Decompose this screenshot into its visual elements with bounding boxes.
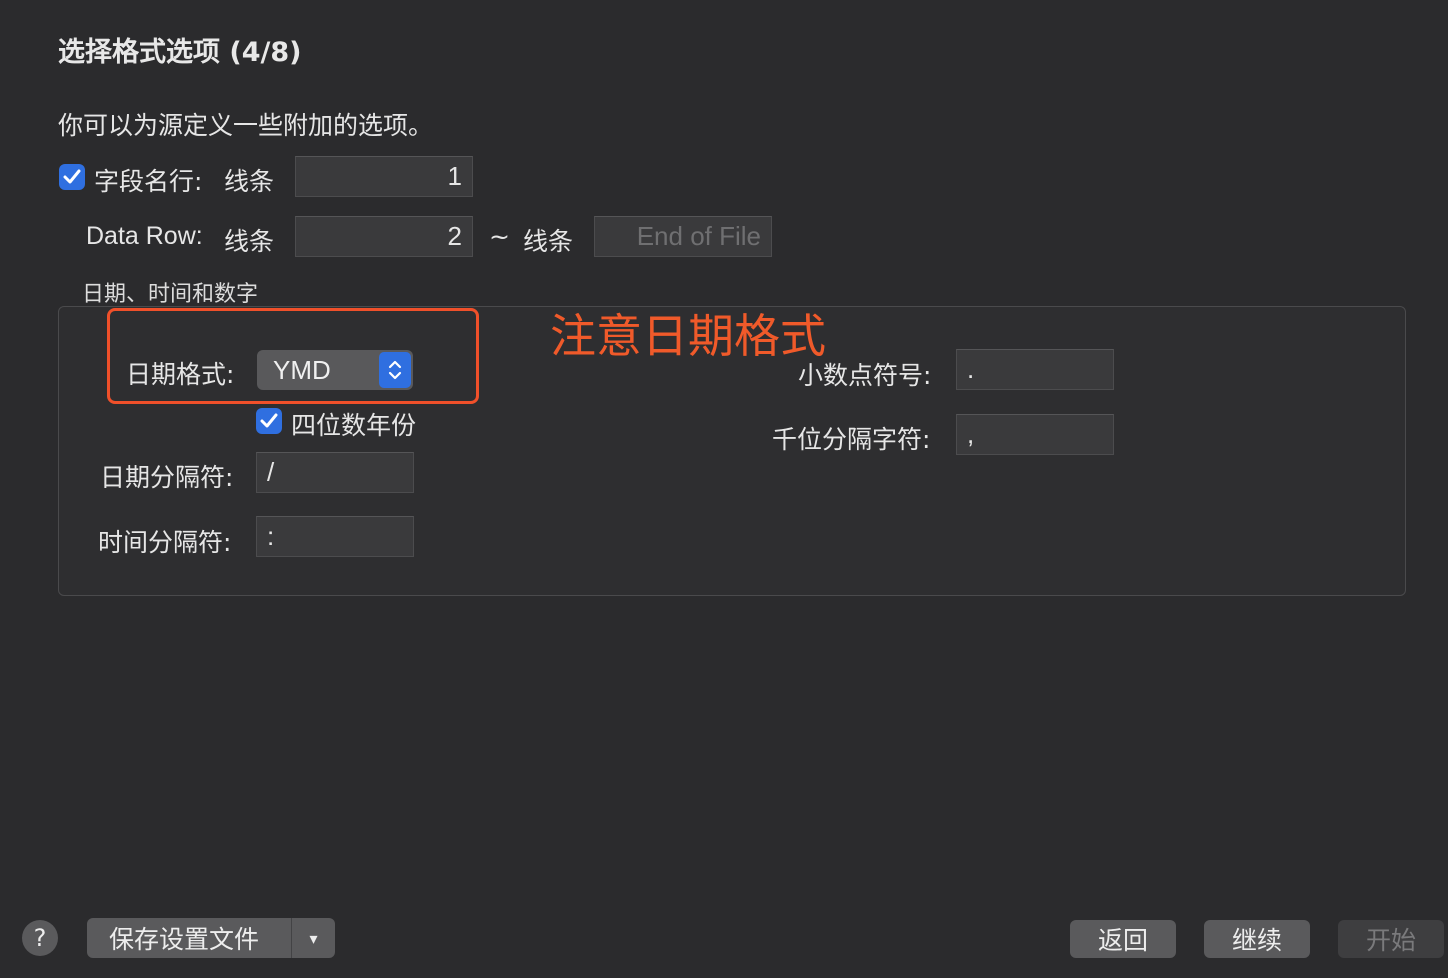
- date-separator-input[interactable]: /: [256, 452, 414, 493]
- thousands-separator-input[interactable]: ,: [956, 414, 1114, 455]
- field-row-label: 字段名行:: [94, 167, 203, 196]
- data-row-label: Data Row:: [86, 222, 203, 250]
- checkmark-icon: [260, 413, 278, 428]
- help-button[interactable]: ?: [22, 920, 58, 956]
- save-settings-button[interactable]: 保存设置文件 ▾: [87, 918, 335, 958]
- field-row-checkbox[interactable]: [59, 164, 85, 190]
- start-button[interactable]: 开始: [1338, 920, 1444, 958]
- continue-button[interactable]: 继续: [1204, 920, 1310, 958]
- group-title: 日期、时间和数字: [82, 282, 259, 307]
- dialog-title: 选择格式选项 (4/8): [58, 37, 302, 68]
- data-row-end-input[interactable]: End of File: [594, 216, 772, 257]
- field-row-line-input[interactable]: 1: [295, 156, 473, 197]
- dialog-description: 你可以为源定义一些附加的选项。: [58, 111, 434, 140]
- thousands-separator-label: 千位分隔字符:: [772, 425, 931, 454]
- four-digit-year-label: 四位数年份: [291, 411, 417, 440]
- decimal-symbol-label: 小数点符号:: [798, 361, 932, 390]
- time-separator-input[interactable]: :: [256, 516, 414, 557]
- annotation-highlight-box: [107, 308, 479, 404]
- annotation-text: 注意日期格式: [550, 309, 826, 363]
- date-separator-label: 日期分隔符:: [100, 463, 234, 492]
- save-settings-label: 保存设置文件: [109, 925, 260, 954]
- field-row-line-label: 线条: [224, 167, 275, 196]
- dropdown-arrow-icon[interactable]: ▾: [292, 929, 335, 948]
- data-row-tilde: ~: [489, 222, 510, 251]
- back-button[interactable]: 返回: [1070, 920, 1176, 958]
- time-separator-label: 时间分隔符:: [98, 528, 232, 557]
- data-row-start-input[interactable]: 2: [295, 216, 473, 257]
- decimal-symbol-input[interactable]: .: [956, 349, 1114, 390]
- data-row-end-line-label: 线条: [523, 227, 574, 256]
- data-row-line-label: 线条: [224, 227, 275, 256]
- four-digit-year-checkbox[interactable]: [256, 408, 282, 434]
- checkmark-icon: [63, 169, 81, 184]
